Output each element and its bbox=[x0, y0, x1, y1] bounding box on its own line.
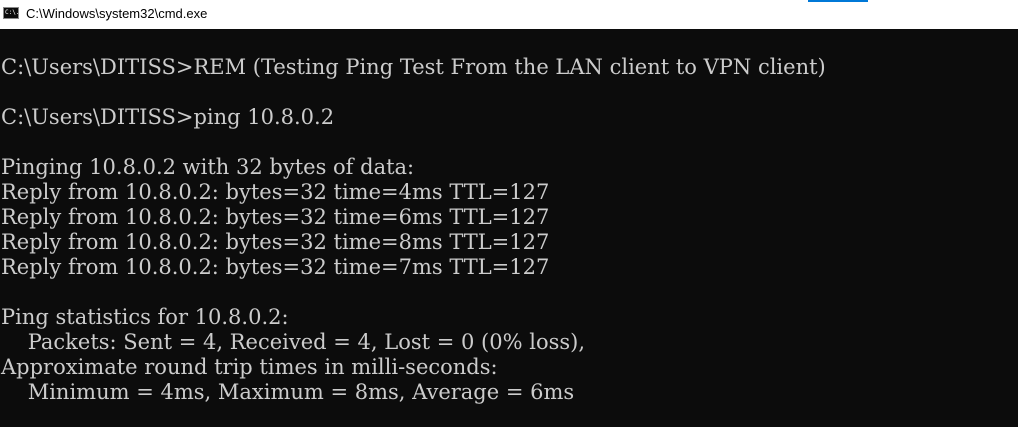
console-line-rtt-header: Approximate round trip times in milli-se… bbox=[1, 355, 498, 379]
title-bar-accent bbox=[808, 0, 868, 2]
cmd-window: C:\. C:\Windows\system32\cmd.exe C:\User… bbox=[0, 0, 1018, 427]
console-line-packets: Packets: Sent = 4, Received = 4, Lost = … bbox=[1, 330, 586, 354]
console-line-prompt-rem: C:\Users\DITISS>REM (Testing Ping Test F… bbox=[1, 55, 826, 79]
console-line-prompt-ping: C:\Users\DITISS>ping 10.8.0.2 bbox=[1, 105, 335, 129]
console-line-reply: Reply from 10.8.0.2: bytes=32 time=7ms T… bbox=[1, 255, 550, 279]
console-line-reply: Reply from 10.8.0.2: bytes=32 time=6ms T… bbox=[1, 205, 550, 229]
title-bar[interactable]: C:\. C:\Windows\system32\cmd.exe bbox=[0, 0, 1018, 29]
window-title: C:\Windows\system32\cmd.exe bbox=[26, 6, 208, 21]
console-line-stats-header: Ping statistics for 10.8.0.2: bbox=[1, 305, 289, 329]
console-line-pinging: Pinging 10.8.0.2 with 32 bytes of data: bbox=[1, 155, 415, 179]
console-line-rtt-values: Minimum = 4ms, Maximum = 8ms, Average = … bbox=[1, 380, 575, 404]
console-line-reply: Reply from 10.8.0.2: bytes=32 time=8ms T… bbox=[1, 230, 550, 254]
console-output[interactable]: C:\Users\DITISS>REM (Testing Ping Test F… bbox=[1, 55, 1017, 405]
cmd-icon[interactable]: C:\. bbox=[3, 7, 19, 19]
console-line-reply: Reply from 10.8.0.2: bytes=32 time=4ms T… bbox=[1, 180, 550, 204]
